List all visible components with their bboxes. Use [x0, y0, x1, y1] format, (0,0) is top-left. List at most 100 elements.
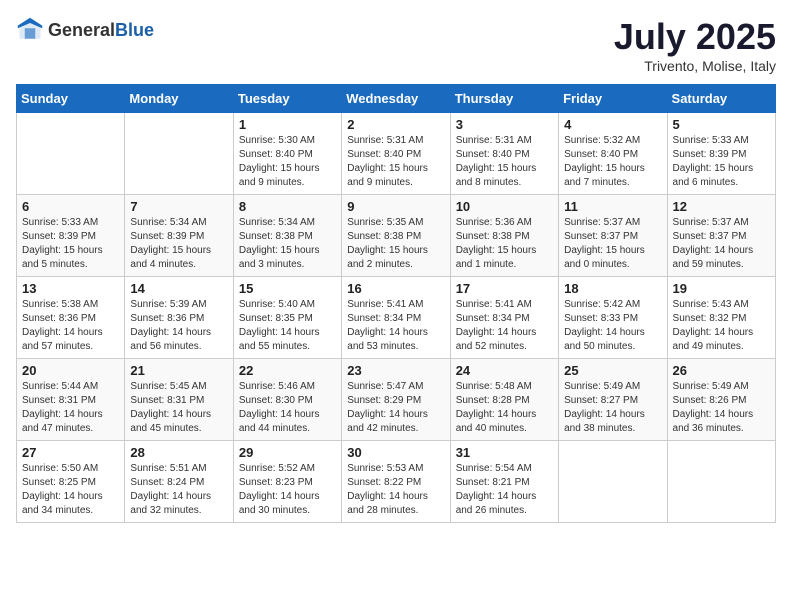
day-info: Sunrise: 5:45 AM Sunset: 8:31 PM Dayligh…: [130, 380, 227, 436]
day-number: 19: [673, 281, 770, 296]
calendar-header: SundayMondayTuesdayWednesdayThursdayFrid…: [17, 85, 776, 113]
calendar-cell: 11Sunrise: 5:37 AM Sunset: 8:37 PM Dayli…: [559, 195, 667, 277]
day-number: 28: [130, 445, 227, 460]
day-number: 17: [456, 281, 553, 296]
calendar-cell: 2 Sunrise: 5:31 AM Sunset: 8:40 PM Daylig…: [342, 113, 450, 195]
weekday-header-friday: Friday: [559, 85, 667, 113]
day-info: Sunrise: 5:52 AM Sunset: 8:23 PM Dayligh…: [239, 462, 336, 518]
day-number: 31: [456, 445, 553, 460]
page-header: GeneralBlue July 2025 Trivento, Molise, …: [16, 16, 776, 74]
weekday-header-thursday: Thursday: [450, 85, 558, 113]
calendar-cell: 24 Sunrise: 5:48 AM Sunset: 8:28 PM Dayli…: [450, 359, 558, 441]
calendar-cell: 1Sunrise: 5:30 AM Sunset: 8:40 PM Daylig…: [233, 113, 341, 195]
calendar-cell: 31 Sunrise: 5:54 AM Sunset: 8:21 PM Dayli…: [450, 441, 558, 523]
day-info: Sunrise: 5:34 AM Sunset: 8:39 PM Dayligh…: [130, 216, 227, 272]
day-info: Sunrise: 5:33 AM Sunset: 8:39 PM Dayligh…: [673, 134, 770, 190]
day-number: 15: [239, 281, 336, 296]
week-row-3: 13Sunrise: 5:38 AM Sunset: 8:36 PM Dayli…: [17, 277, 776, 359]
calendar-cell: 23 Sunrise: 5:47 AM Sunset: 8:29 PM Dayli…: [342, 359, 450, 441]
day-info: Sunrise: 5:35 AM Sunset: 8:38 PM Dayligh…: [347, 216, 444, 272]
day-number: 2: [347, 117, 444, 132]
calendar-cell: 12 Sunrise: 5:37 AM Sunset: 8:37 PM Dayli…: [667, 195, 775, 277]
day-info: Sunrise: 5:44 AM Sunset: 8:31 PM Dayligh…: [22, 380, 119, 436]
calendar-cell: 5 Sunrise: 5:33 AM Sunset: 8:39 PM Daylig…: [667, 113, 775, 195]
calendar-cell: 20 Sunrise: 5:44 AM Sunset: 8:31 PM Dayli…: [17, 359, 125, 441]
calendar-cell: [559, 441, 667, 523]
calendar-cell: 13Sunrise: 5:38 AM Sunset: 8:36 PM Dayli…: [17, 277, 125, 359]
day-info: Sunrise: 5:42 AM Sunset: 8:33 PM Dayligh…: [564, 298, 661, 354]
weekday-header-saturday: Saturday: [667, 85, 775, 113]
day-info: Sunrise: 5:36 AM Sunset: 8:38 PM Dayligh…: [456, 216, 553, 272]
day-number: 22: [239, 363, 336, 378]
calendar-cell: 14 Sunrise: 5:39 AM Sunset: 8:36 PM Dayli…: [125, 277, 233, 359]
day-info: Sunrise: 5:31 AM Sunset: 8:40 PM Dayligh…: [456, 134, 553, 190]
day-info: Sunrise: 5:30 AM Sunset: 8:40 PM Dayligh…: [239, 134, 336, 190]
day-info: Sunrise: 5:34 AM Sunset: 8:38 PM Dayligh…: [239, 216, 336, 272]
day-number: 20: [22, 363, 119, 378]
day-info: Sunrise: 5:39 AM Sunset: 8:36 PM Dayligh…: [130, 298, 227, 354]
day-number: 12: [673, 199, 770, 214]
calendar-cell: 6Sunrise: 5:33 AM Sunset: 8:39 PM Daylig…: [17, 195, 125, 277]
calendar-cell: 19 Sunrise: 5:43 AM Sunset: 8:32 PM Dayli…: [667, 277, 775, 359]
day-info: Sunrise: 5:40 AM Sunset: 8:35 PM Dayligh…: [239, 298, 336, 354]
weekday-header-monday: Monday: [125, 85, 233, 113]
calendar-cell: 26Sunrise: 5:49 AM Sunset: 8:26 PM Dayli…: [667, 359, 775, 441]
calendar-table: SundayMondayTuesdayWednesdayThursdayFrid…: [16, 84, 776, 523]
day-info: Sunrise: 5:47 AM Sunset: 8:29 PM Dayligh…: [347, 380, 444, 436]
day-number: 24: [456, 363, 553, 378]
month-year: July 2025: [614, 16, 776, 58]
weekday-header-wednesday: Wednesday: [342, 85, 450, 113]
calendar-cell: [667, 441, 775, 523]
calendar-cell: [125, 113, 233, 195]
day-number: 25: [564, 363, 661, 378]
day-info: Sunrise: 5:51 AM Sunset: 8:24 PM Dayligh…: [130, 462, 227, 518]
day-info: Sunrise: 5:43 AM Sunset: 8:32 PM Dayligh…: [673, 298, 770, 354]
day-number: 16: [347, 281, 444, 296]
calendar-cell: 7 Sunrise: 5:34 AM Sunset: 8:39 PM Daylig…: [125, 195, 233, 277]
day-info: Sunrise: 5:31 AM Sunset: 8:40 PM Dayligh…: [347, 134, 444, 190]
day-info: Sunrise: 5:54 AM Sunset: 8:21 PM Dayligh…: [456, 462, 553, 518]
week-row-4: 20 Sunrise: 5:44 AM Sunset: 8:31 PM Dayli…: [17, 359, 776, 441]
calendar-cell: 22 Sunrise: 5:46 AM Sunset: 8:30 PM Dayli…: [233, 359, 341, 441]
logo: GeneralBlue: [16, 16, 154, 44]
day-info: Sunrise: 5:46 AM Sunset: 8:30 PM Dayligh…: [239, 380, 336, 436]
day-info: Sunrise: 5:32 AM Sunset: 8:40 PM Dayligh…: [564, 134, 661, 190]
calendar-cell: 25Sunrise: 5:49 AM Sunset: 8:27 PM Dayli…: [559, 359, 667, 441]
day-number: 11: [564, 199, 661, 214]
logo-blue: Blue: [115, 20, 154, 40]
calendar-cell: 16 Sunrise: 5:41 AM Sunset: 8:34 PM Dayli…: [342, 277, 450, 359]
week-row-2: 6Sunrise: 5:33 AM Sunset: 8:39 PM Daylig…: [17, 195, 776, 277]
calendar-cell: 27Sunrise: 5:50 AM Sunset: 8:25 PM Dayli…: [17, 441, 125, 523]
day-number: 10: [456, 199, 553, 214]
week-row-5: 27Sunrise: 5:50 AM Sunset: 8:25 PM Dayli…: [17, 441, 776, 523]
day-info: Sunrise: 5:48 AM Sunset: 8:28 PM Dayligh…: [456, 380, 553, 436]
day-number: 4: [564, 117, 661, 132]
calendar-cell: 30Sunrise: 5:53 AM Sunset: 8:22 PM Dayli…: [342, 441, 450, 523]
calendar-cell: [17, 113, 125, 195]
day-info: Sunrise: 5:41 AM Sunset: 8:34 PM Dayligh…: [347, 298, 444, 354]
day-info: Sunrise: 5:33 AM Sunset: 8:39 PM Dayligh…: [22, 216, 119, 272]
calendar-cell: 28 Sunrise: 5:51 AM Sunset: 8:24 PM Dayli…: [125, 441, 233, 523]
calendar-cell: 17Sunrise: 5:41 AM Sunset: 8:34 PM Dayli…: [450, 277, 558, 359]
calendar-cell: 3 Sunrise: 5:31 AM Sunset: 8:40 PM Daylig…: [450, 113, 558, 195]
calendar-cell: 9Sunrise: 5:35 AM Sunset: 8:38 PM Daylig…: [342, 195, 450, 277]
day-number: 3: [456, 117, 553, 132]
logo-general: General: [48, 20, 115, 40]
day-number: 14: [130, 281, 227, 296]
location: Trivento, Molise, Italy: [614, 58, 776, 74]
calendar-cell: 4 Sunrise: 5:32 AM Sunset: 8:40 PM Daylig…: [559, 113, 667, 195]
day-number: 21: [130, 363, 227, 378]
day-number: 18: [564, 281, 661, 296]
day-number: 29: [239, 445, 336, 460]
calendar-body: 1Sunrise: 5:30 AM Sunset: 8:40 PM Daylig…: [17, 113, 776, 523]
logo-icon: [16, 16, 44, 44]
logo-text: GeneralBlue: [48, 20, 154, 41]
day-info: Sunrise: 5:37 AM Sunset: 8:37 PM Dayligh…: [673, 216, 770, 272]
calendar-cell: 21 Sunrise: 5:45 AM Sunset: 8:31 PM Dayli…: [125, 359, 233, 441]
title-block: July 2025 Trivento, Molise, Italy: [614, 16, 776, 74]
day-number: 23: [347, 363, 444, 378]
calendar-cell: 15 Sunrise: 5:40 AM Sunset: 8:35 PM Dayli…: [233, 277, 341, 359]
week-row-1: 1Sunrise: 5:30 AM Sunset: 8:40 PM Daylig…: [17, 113, 776, 195]
day-number: 7: [130, 199, 227, 214]
day-number: 5: [673, 117, 770, 132]
